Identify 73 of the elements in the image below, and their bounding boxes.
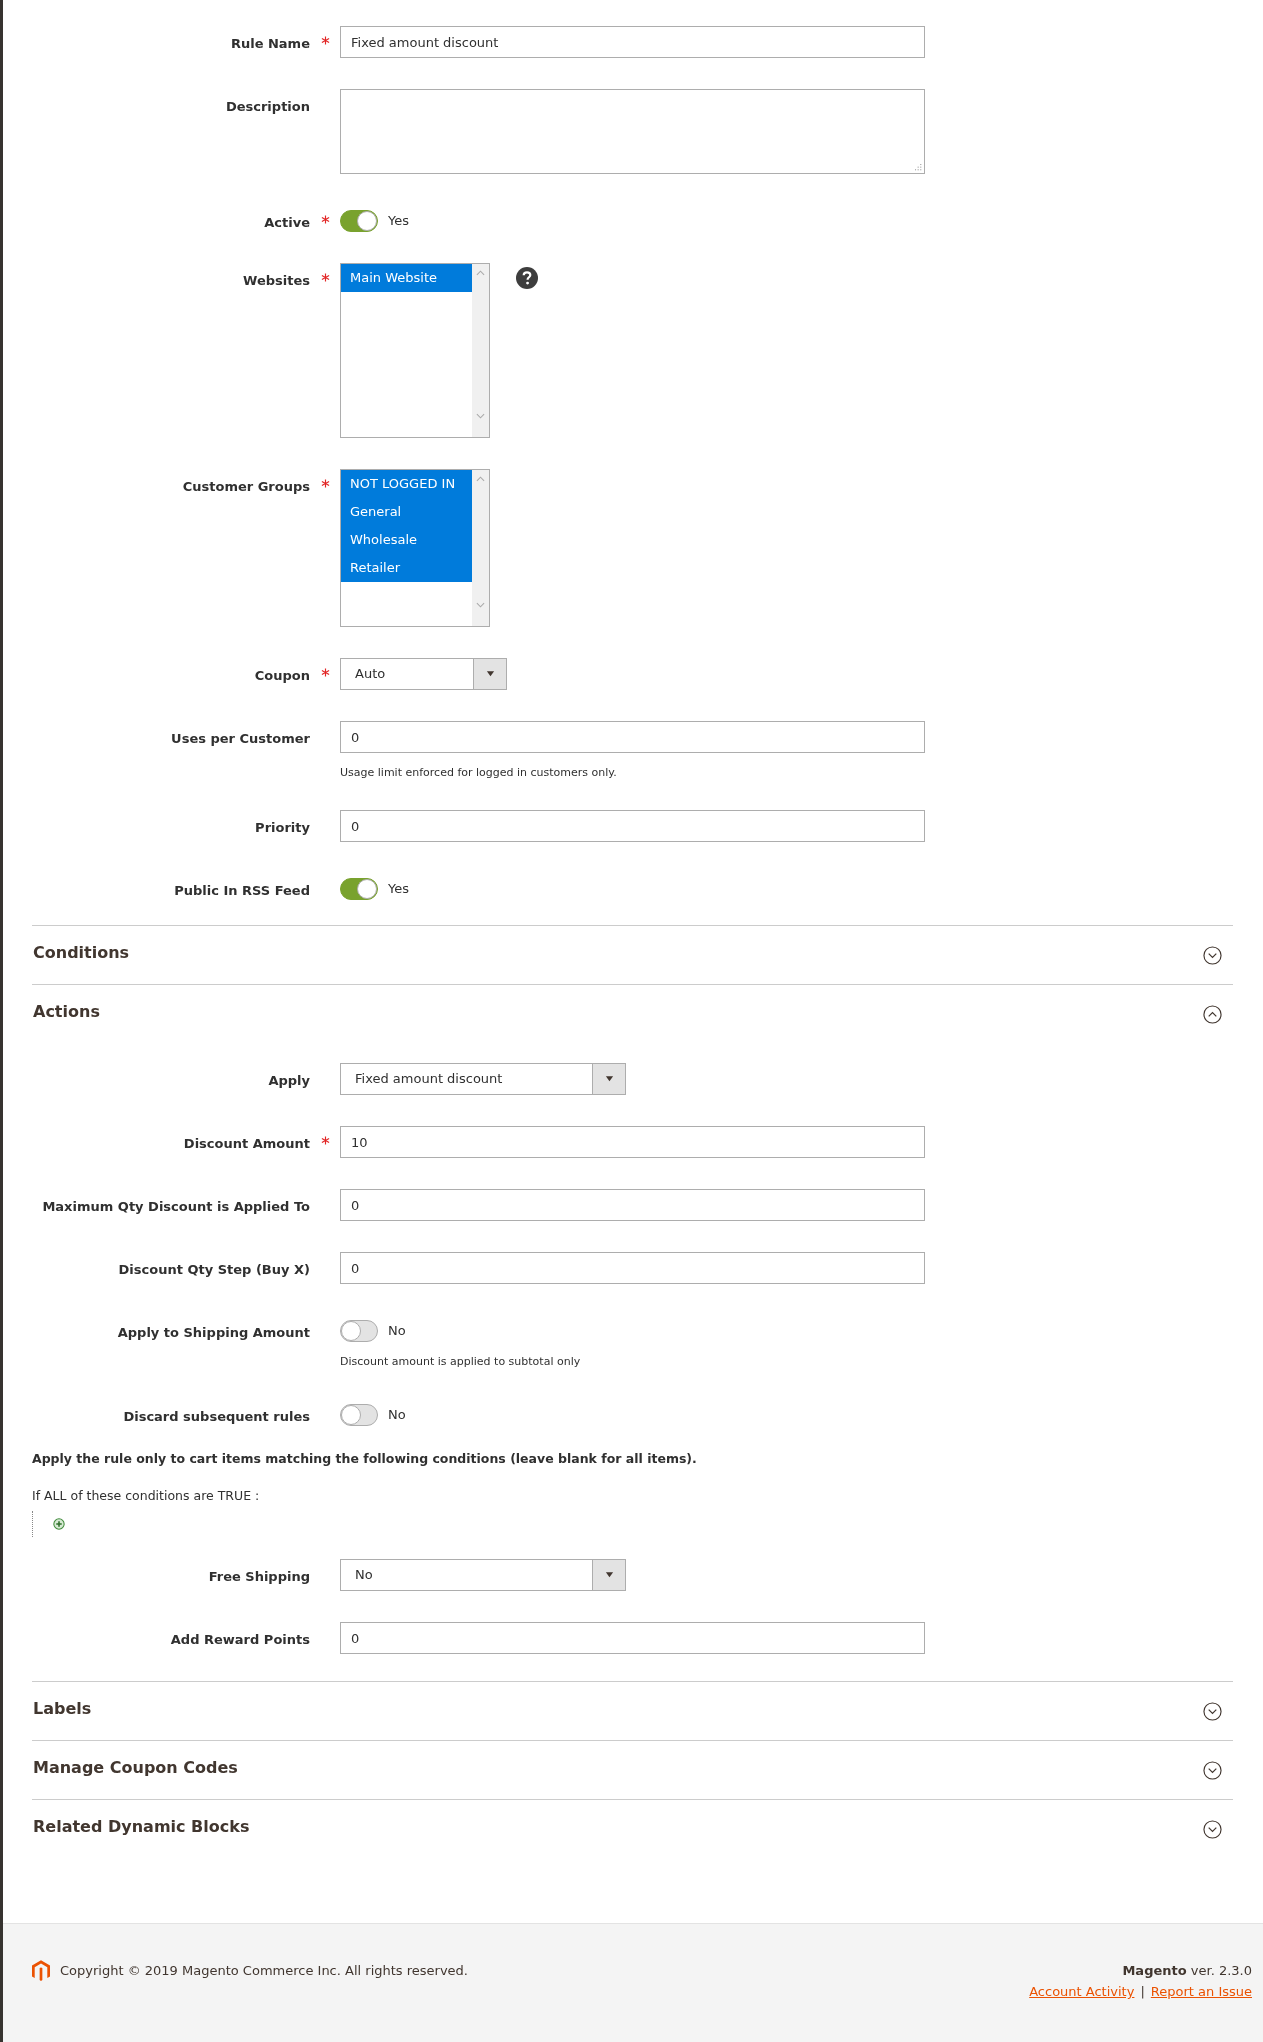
rule-note: Apply the rule only to cart items matching the following conditions (leave blank for all items). bbox=[32, 1451, 698, 1466]
dropdown[interactable]: Fixed amount discount bbox=[340, 1063, 626, 1095]
field-label: Maximum Qty Discount is Applied To bbox=[42, 1199, 310, 1214]
scrollbar[interactable] bbox=[472, 264, 489, 437]
description-field[interactable] bbox=[340, 89, 925, 174]
resize-grip-icon[interactable] bbox=[915, 164, 922, 171]
expand-icon[interactable] bbox=[1203, 945, 1222, 965]
input-field[interactable]: 0 bbox=[340, 1189, 925, 1221]
list-option[interactable]: NOT LOGGED IN bbox=[341, 470, 472, 498]
input-field[interactable]: 0 bbox=[340, 1252, 925, 1284]
expand-icon[interactable] bbox=[1203, 1819, 1222, 1839]
add-condition-icon[interactable] bbox=[53, 1518, 65, 1530]
toggle-switch[interactable] bbox=[340, 1320, 378, 1342]
field-label: Free Shipping bbox=[208, 1569, 310, 1584]
field-label: Add Reward Points bbox=[170, 1632, 310, 1647]
field-label: Discount Amount bbox=[183, 1136, 310, 1151]
caret-icon bbox=[604, 1076, 614, 1082]
input-field[interactable]: 10 bbox=[340, 1126, 925, 1158]
list-option[interactable]: Wholesale bbox=[341, 526, 472, 554]
field-label: Rule Name bbox=[230, 36, 310, 51]
multiselect-list[interactable]: NOT LOGGED IN General Wholesale Retailer bbox=[340, 469, 490, 627]
field-label: Public In RSS Feed bbox=[174, 883, 310, 898]
caret-icon bbox=[604, 1572, 614, 1578]
toggle-state: Yes bbox=[388, 881, 409, 896]
field-label: Apply to Shipping Amount bbox=[117, 1325, 310, 1340]
toggle-switch[interactable] bbox=[340, 210, 378, 232]
field-label: Description bbox=[225, 99, 310, 114]
condition-text: If ALL of these conditions are TRUE : bbox=[32, 1488, 261, 1503]
section-header[interactable]: Actions bbox=[32, 984, 1233, 1043]
field-label: Discard subsequent rules bbox=[123, 1409, 310, 1424]
field-label: Uses per Customer bbox=[171, 731, 310, 746]
toggle-state: No bbox=[388, 1323, 406, 1338]
expand-icon[interactable] bbox=[1203, 1760, 1222, 1780]
chevron-down-icon[interactable] bbox=[476, 602, 485, 608]
field-label: Priority bbox=[255, 820, 310, 835]
section-header[interactable]: Manage Coupon Codes bbox=[32, 1740, 1233, 1799]
dropdown[interactable]: Auto bbox=[340, 658, 507, 690]
field-note: Discount amount is applied to subtotal only bbox=[340, 1355, 582, 1368]
caret-icon bbox=[485, 671, 495, 677]
logo-icon bbox=[32, 1960, 50, 1982]
help-icon[interactable] bbox=[516, 267, 538, 289]
section-header[interactable]: Labels bbox=[32, 1681, 1233, 1740]
toggle-state: Yes bbox=[388, 213, 409, 228]
toggle-state: No bbox=[388, 1407, 406, 1422]
input-field[interactable]: 0 bbox=[340, 721, 925, 753]
field-note: Usage limit enforced for logged in customers only. bbox=[340, 766, 618, 779]
field-label: Customer Groups bbox=[182, 479, 310, 494]
list-option[interactable]: Main Website bbox=[341, 264, 472, 292]
multiselect-list[interactable]: Main Website bbox=[340, 263, 490, 438]
dropdown[interactable]: No bbox=[340, 1559, 626, 1591]
chevron-up-icon[interactable] bbox=[476, 476, 485, 482]
section-header[interactable]: Related Dynamic Blocks bbox=[32, 1799, 1233, 1858]
field-label: Coupon bbox=[254, 668, 310, 683]
input-field[interactable]: 0 bbox=[340, 810, 925, 842]
input-field[interactable]: 0 bbox=[340, 1622, 925, 1654]
field-label: Websites bbox=[243, 273, 310, 288]
input-field[interactable]: Fixed amount discount bbox=[340, 26, 925, 58]
list-option[interactable]: Retailer bbox=[341, 554, 472, 582]
expand-icon[interactable] bbox=[1203, 1701, 1222, 1721]
collapse-icon[interactable] bbox=[1203, 1004, 1222, 1024]
scrollbar[interactable] bbox=[472, 470, 489, 626]
field-label: Active bbox=[264, 215, 310, 230]
chevron-down-icon[interactable] bbox=[476, 413, 485, 419]
list-option[interactable]: General bbox=[341, 498, 472, 526]
version-text: Magento ver. 2.3.0 bbox=[1122, 1963, 1252, 1978]
toggle-switch[interactable] bbox=[340, 878, 378, 900]
toggle-switch[interactable] bbox=[340, 1404, 378, 1426]
chevron-up-icon[interactable] bbox=[476, 270, 485, 276]
field-label: Apply bbox=[268, 1073, 310, 1088]
copyright-text: Copyright © 2019 Magento Commerce Inc. All rights reserved. bbox=[60, 1963, 468, 1978]
section-header[interactable]: Conditions bbox=[32, 925, 1233, 984]
link-separator: | bbox=[1140, 1984, 1145, 1999]
field-label: Discount Qty Step (Buy X) bbox=[118, 1262, 310, 1277]
